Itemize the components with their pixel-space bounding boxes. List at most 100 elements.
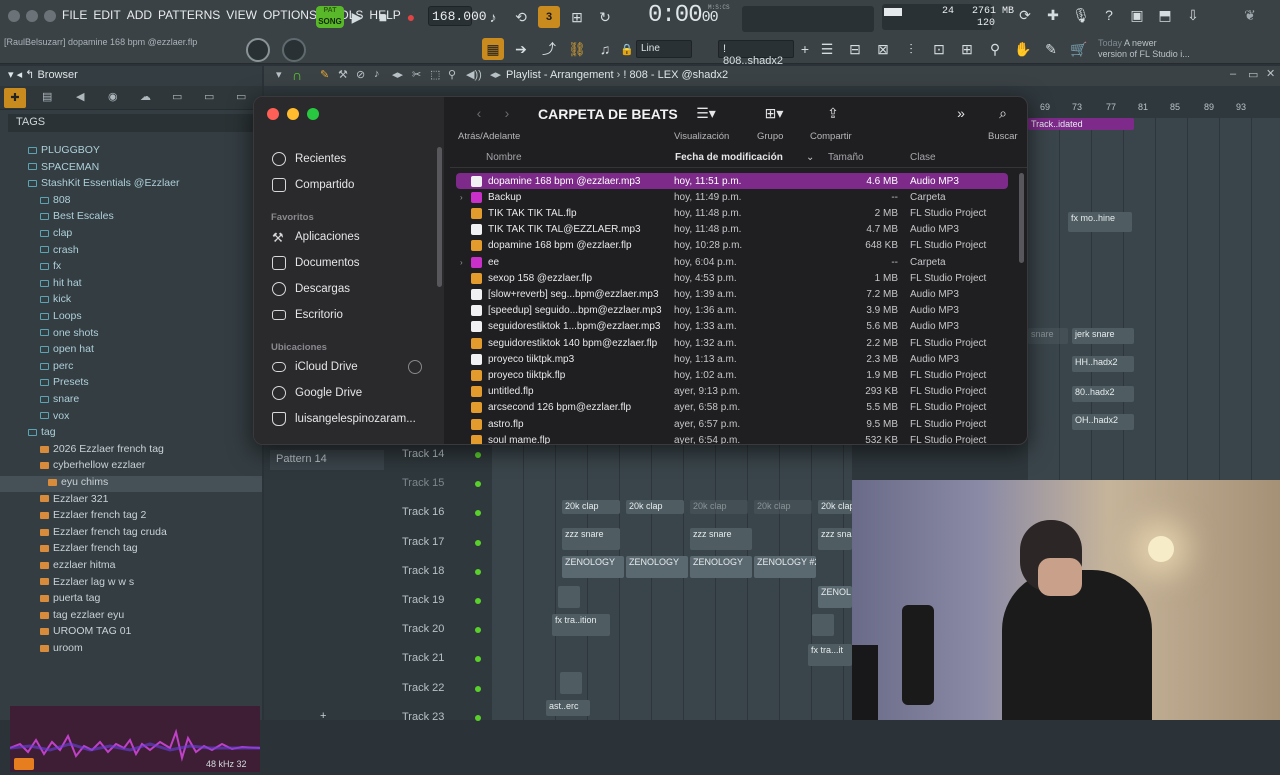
all-icon[interactable]: ✚	[4, 88, 26, 108]
clip-snare-3[interactable]: zzz snare	[818, 528, 852, 550]
clip-snare-1[interactable]: zzz snare	[562, 528, 620, 550]
browser-item[interactable]: Ezzlaer french tag cruda	[0, 526, 262, 542]
browser-item[interactable]: one shots	[0, 327, 262, 343]
folder-row[interactable]: › Backup hoy, 11:49 p.m. -- Carpeta	[456, 189, 1008, 205]
master-volume-knob[interactable]	[246, 38, 270, 62]
browser-item[interactable]: Presets	[0, 376, 262, 392]
snap-select[interactable]: Line	[636, 40, 692, 58]
browser-item[interactable]: Ezzlaer french tag	[0, 542, 262, 558]
share-icon[interactable]: ⇪	[816, 103, 850, 123]
menu-options[interactable]: OPTIONS	[263, 8, 317, 22]
folder-2-icon[interactable]: ▭	[204, 90, 214, 103]
clip-clap-5[interactable]: 20k clap	[818, 500, 852, 514]
track-mute-led-icon[interactable]	[475, 539, 481, 546]
refresh-icon[interactable]: ⟳	[1014, 4, 1036, 26]
col-modified[interactable]: Fecha de modificación	[675, 152, 783, 163]
tags-bar[interactable]: TAGS	[8, 114, 254, 132]
clip-hh[interactable]: HH..hadx2	[1072, 356, 1134, 372]
window-close-icon[interactable]	[8, 10, 20, 22]
menu-file[interactable]: FILE	[62, 8, 87, 22]
file-row[interactable]: TIK TAK TIK TAL@EZZLAER.mp3 hoy, 11:48 p.…	[456, 222, 1008, 238]
nav-arrows-icon[interactable]: ◂▸	[490, 68, 501, 81]
clip-ast[interactable]: ast..erc	[546, 700, 590, 716]
browser-item[interactable]: Ezzlaer lag w w s	[0, 576, 262, 592]
browser-item[interactable]: kick	[0, 293, 262, 309]
clip-zenology-4[interactable]: ZENOLOGY #2	[754, 556, 816, 578]
track-header[interactable]: Track 21	[402, 644, 492, 672]
browser-item[interactable]: Loops	[0, 310, 262, 326]
sort-chevron-icon[interactable]: ⌄	[806, 152, 814, 163]
clip-zenology-2[interactable]: ZENOLOGY	[626, 556, 688, 578]
browser-item[interactable]: fx	[0, 260, 262, 276]
sidebar-recientes[interactable]: Recientes	[272, 150, 346, 168]
browser-item[interactable]: hit hat	[0, 277, 262, 293]
file-row[interactable]: seguidorestiktok 1...bpm@ezzlaer.mp3 hoy,…	[456, 319, 1008, 335]
browser-item[interactable]: SPACEMAN	[0, 161, 262, 177]
project-icon[interactable]: ⊞	[956, 38, 978, 60]
add-pattern-plus-icon[interactable]: +	[320, 710, 326, 722]
file-row[interactable]: sexop 158 @ezzlaer.flp hoy, 4:53 p.m. 1 MB…	[456, 270, 1008, 286]
minimize-icon[interactable]: –	[1230, 68, 1236, 80]
file-icon[interactable]: ▤	[42, 90, 52, 103]
step-seq-icon[interactable]: ⊠	[872, 38, 894, 60]
plugin-browse-icon[interactable]: ◉	[108, 90, 118, 103]
help-icon[interactable]: ?	[1098, 4, 1120, 26]
stop-icon[interactable]: ■	[372, 6, 394, 28]
view-list-icon[interactable]: ☰▾	[686, 103, 726, 123]
add-pattern-icon[interactable]: +	[794, 38, 816, 60]
render-icon[interactable]: ⬒	[1154, 4, 1176, 26]
browser-item[interactable]: perc	[0, 360, 262, 376]
playlist-icon[interactable]: ☰	[816, 38, 838, 60]
track-header[interactable]: Track 18	[402, 557, 492, 585]
song-mode-toggle[interactable]: PAT SONG	[316, 6, 344, 28]
pattern-picker-item[interactable]: Pattern 14	[270, 450, 384, 470]
typing-keyboard-icon[interactable]: ♫	[594, 38, 616, 60]
search-icon[interactable]: ⌕	[986, 103, 1020, 123]
sidebar-descargas[interactable]: Descargas	[272, 280, 350, 298]
piano-roll-icon[interactable]: ▦	[482, 38, 504, 60]
clip-clap-1[interactable]: 20k clap	[562, 500, 620, 514]
sidebar-scrollbar[interactable]	[437, 147, 442, 287]
disclosure-icon[interactable]: ›	[460, 193, 463, 202]
track-mute-led-icon[interactable]	[475, 598, 481, 604]
track-mute-led-icon[interactable]	[475, 510, 481, 517]
browser-item[interactable]: eyu chims	[0, 476, 262, 492]
file-row[interactable]: dopamine 168 bpm @ezzlaer.flp hoy, 10:28 …	[456, 238, 1008, 254]
browser-item[interactable]: vox	[0, 410, 262, 426]
col-size[interactable]: Tamaño	[828, 152, 864, 163]
track-header[interactable]: Track 22	[402, 674, 492, 702]
clip-zenology-3[interactable]: ZENOLOGY	[690, 556, 752, 578]
play-icon[interactable]: ▶	[346, 6, 368, 28]
file-row[interactable]: TIK TAK TIK TAL.flp hoy, 11:48 p.m. 2 MB FL…	[456, 205, 1008, 221]
mute-tool-icon[interactable]: ♪	[374, 68, 380, 80]
pattern-select[interactable]: ! 808..shadx2	[718, 40, 794, 67]
clip-zenology-1[interactable]: ZENOLOGY	[562, 556, 624, 578]
track-mute-led-icon[interactable]	[475, 627, 481, 634]
tempo-display[interactable]: 168.000	[428, 6, 487, 26]
automation-icon[interactable]: ⤴	[538, 38, 560, 60]
close-icon[interactable]: ✕	[1266, 67, 1275, 80]
file-row[interactable]: seguidorestiktok 140 bpm@ezzlaer.flp hoy,…	[456, 335, 1008, 351]
clip-snare-2[interactable]: zzz snare	[690, 528, 752, 550]
speaker-icon[interactable]: ◀	[76, 90, 84, 103]
slice-tool-icon[interactable]: ✂	[412, 68, 421, 81]
file-row[interactable]: astro.flp ayer, 6:57 p.m. 9.5 MB FL Studio …	[456, 416, 1008, 432]
browser-item[interactable]: clap	[0, 227, 262, 243]
track-mute-led-icon[interactable]	[475, 656, 481, 663]
browser-item[interactable]: Ezzlaer french tag 2	[0, 509, 262, 525]
browser-item[interactable]: tag	[0, 426, 262, 442]
clip-small-2[interactable]	[812, 614, 834, 636]
clip-fx-transition[interactable]: fx tra..ition	[552, 614, 610, 636]
clip-zenology-5[interactable]: ZENOL	[818, 586, 852, 608]
folder-row[interactable]: › ee hoy, 6:04 p.m. -- Carpeta	[456, 254, 1008, 270]
guitar-icon[interactable]: ✎	[1040, 38, 1062, 60]
browser-item[interactable]: snare	[0, 393, 262, 409]
track-mute-led-icon[interactable]	[475, 481, 481, 488]
browser-item[interactable]: StashKit Essentials @Ezzlaer	[0, 177, 262, 193]
file-row[interactable]: [speedup] seguido...bpm@ezzlaer.mp3 hoy, …	[456, 303, 1008, 319]
sidebar-compartido[interactable]: Compartido	[272, 176, 354, 194]
paint-tool-icon[interactable]: ⚒	[338, 68, 348, 81]
clip-small-1[interactable]	[558, 586, 580, 608]
browser-item[interactable]: puerta tag	[0, 592, 262, 608]
track-header[interactable]: Track 20	[402, 615, 492, 643]
